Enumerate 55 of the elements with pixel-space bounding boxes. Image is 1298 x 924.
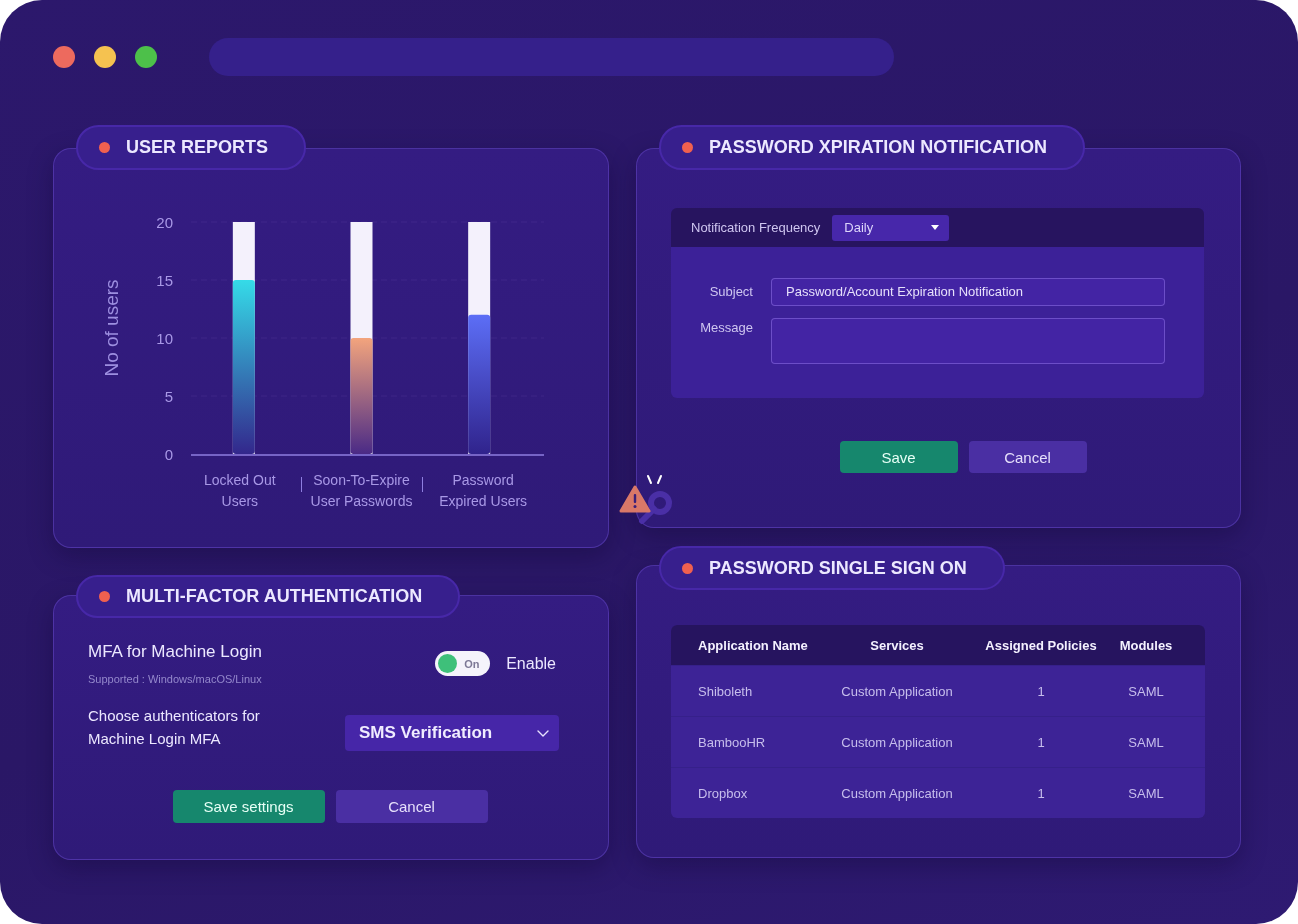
axis-tick-label: 20: [156, 213, 173, 231]
section-title: USER REPORTS: [126, 137, 269, 158]
save-button[interactable]: Save settings: [172, 790, 325, 823]
category-label: Soon-To-Expire User Passwords: [310, 471, 413, 511]
axis-tick-label: 15: [156, 271, 173, 289]
section-title: PASSWORD XPIRATION NOTIFICATION: [709, 137, 1047, 158]
axis-tick-label: 5: [164, 387, 173, 405]
authenticator-dropdown[interactable]: SMS Verification: [345, 715, 559, 751]
category-label: Locked Out Users: [204, 471, 276, 511]
section-title: MULTI-FACTOR AUTHENTICATION: [126, 586, 423, 607]
warning-key-icon: [619, 473, 673, 525]
column-header: Application Name: [698, 638, 808, 653]
toggle-label: Enable: [506, 654, 556, 673]
status-dot-icon: [682, 142, 693, 153]
table-cell: Shiboleth: [698, 684, 753, 699]
setting-title: MFA for Machine Login: [88, 641, 262, 663]
frequency-dropdown[interactable]: Daily: [832, 214, 950, 241]
table-cell: 1: [1037, 786, 1045, 801]
field-label: Message: [699, 319, 753, 337]
column-header: Assigned Policies: [985, 638, 1097, 653]
table-cell: BambooHR: [698, 735, 766, 750]
table-cell: 1: [1037, 684, 1045, 699]
column-header: Modules: [1119, 638, 1173, 653]
setting-note: Supported : Windows/macOS/Linux: [88, 672, 262, 686]
table-cell: Dropbox: [698, 786, 748, 801]
category-label: Password Expired Users: [439, 471, 528, 511]
table-cell: Custom Application: [841, 786, 953, 801]
axis-tick-label: 0: [164, 445, 173, 463]
table-cell: SAML: [1128, 684, 1164, 699]
table-cell: SAML: [1128, 786, 1164, 801]
field-label: Subject: [708, 283, 753, 301]
cancel-button[interactable]: Cancel: [968, 441, 1087, 473]
table-cell: Custom Application: [841, 735, 953, 750]
status-dot-icon: [99, 591, 110, 602]
subject-field[interactable]: Password/Account Expiration Notification: [771, 278, 1165, 306]
message-field[interactable]: [771, 318, 1165, 364]
status-dot-icon: [682, 562, 693, 574]
field-label: Choose authenticators for Machine Login MFA: [88, 706, 261, 749]
axis-title: No of users: [100, 279, 122, 377]
toggle-switch[interactable]: On: [435, 651, 491, 676]
axis-tick-label: 10: [156, 329, 173, 347]
table-cell: SAML: [1128, 735, 1164, 750]
window-dot-icon[interactable]: [135, 46, 157, 68]
window-dot-icon[interactable]: [94, 46, 116, 68]
status-dot-icon: [99, 142, 110, 153]
chevron-down-icon: [537, 729, 549, 737]
window-dot-icon[interactable]: [53, 46, 75, 68]
section-title: PASSWORD SINGLE SIGN ON: [709, 557, 967, 579]
column-header: Services: [870, 638, 924, 653]
table-cell: Custom Application: [841, 684, 953, 699]
caret-down-icon: [931, 225, 940, 230]
cancel-button[interactable]: Cancel: [335, 790, 488, 823]
save-button[interactable]: Save: [839, 441, 958, 473]
table-cell: 1: [1037, 735, 1045, 750]
field-label: Notification Frequency: [691, 220, 821, 235]
